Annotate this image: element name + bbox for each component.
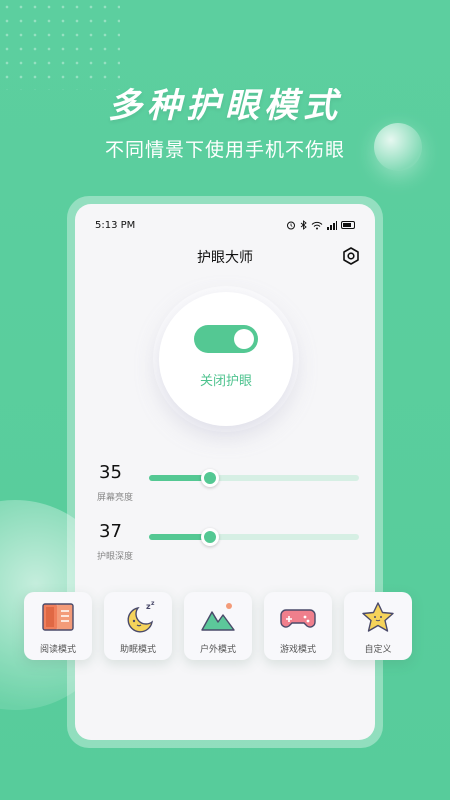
eye-depth-slider[interactable] <box>149 528 359 546</box>
brightness-label: 屏幕亮度 <box>96 493 133 503</box>
battery-icon <box>341 221 355 229</box>
moon-sleep-icon: z z <box>127 600 155 633</box>
eye-depth-slider-row: 37 护眼深度 <box>91 521 359 565</box>
mode-label: 助眠模式 <box>119 645 156 655</box>
promo-subline: 不同情景下使用手机不伤眼 <box>104 139 345 161</box>
slider-thumb[interactable] <box>200 469 219 487</box>
app-title: 护眼大师 <box>197 250 253 266</box>
mode-custom[interactable]: 自定义 <box>344 592 412 660</box>
dot-pattern <box>0 0 120 90</box>
eye-protection-label: 关闭护眼 <box>199 374 252 389</box>
promo-headline: 多种护眼模式 <box>108 86 342 126</box>
slider-thumb[interactable] <box>200 528 219 546</box>
mode-outdoor[interactable]: 户外模式 <box>184 592 252 660</box>
status-time: 5:13 PM <box>95 219 136 231</box>
status-icons <box>286 220 355 230</box>
gamepad-icon <box>280 609 316 628</box>
settings-hexagon-icon[interactable] <box>341 246 361 266</box>
eye-protection-toggle[interactable] <box>194 325 258 353</box>
mode-label: 户外模式 <box>199 645 236 655</box>
mode-label: 阅读模式 <box>39 645 76 655</box>
app-bar: 护眼大师 <box>75 244 375 268</box>
alarm-icon <box>287 221 295 230</box>
mode-gaming[interactable]: 游戏模式 <box>264 592 332 660</box>
wifi-icon <box>311 221 323 229</box>
mode-sleep[interactable]: z z 助眠模式 <box>104 592 172 660</box>
bluetooth-icon <box>300 220 307 230</box>
brightness-slider[interactable] <box>149 469 359 487</box>
mode-label: 游戏模式 <box>279 645 316 655</box>
brightness-slider-row: 35 屏幕亮度 <box>91 462 359 506</box>
mountain-sun-icon <box>201 603 235 631</box>
mode-label: 自定义 <box>364 645 392 655</box>
phone-frame: 5:13 PM 护眼大师 关闭护眼 35 屏幕亮度 37 护眼深度 <box>67 196 383 748</box>
eye-depth-value: 37 <box>99 521 122 542</box>
brightness-value: 35 <box>99 462 122 483</box>
signal-icon <box>327 220 337 230</box>
book-icon <box>42 603 74 631</box>
mode-list: 阅读模式 z z 助眠模式 户外模式 游戏模式 自定义 <box>24 592 414 662</box>
status-bar: 5:13 PM <box>95 218 355 232</box>
toggle-knob <box>234 329 254 349</box>
mode-reading[interactable]: 阅读模式 <box>24 592 92 660</box>
eye-protection-card: 关闭护眼 <box>159 292 293 426</box>
svg-text:z: z <box>151 600 155 607</box>
eye-depth-label: 护眼深度 <box>96 552 133 562</box>
star-icon <box>362 602 394 632</box>
